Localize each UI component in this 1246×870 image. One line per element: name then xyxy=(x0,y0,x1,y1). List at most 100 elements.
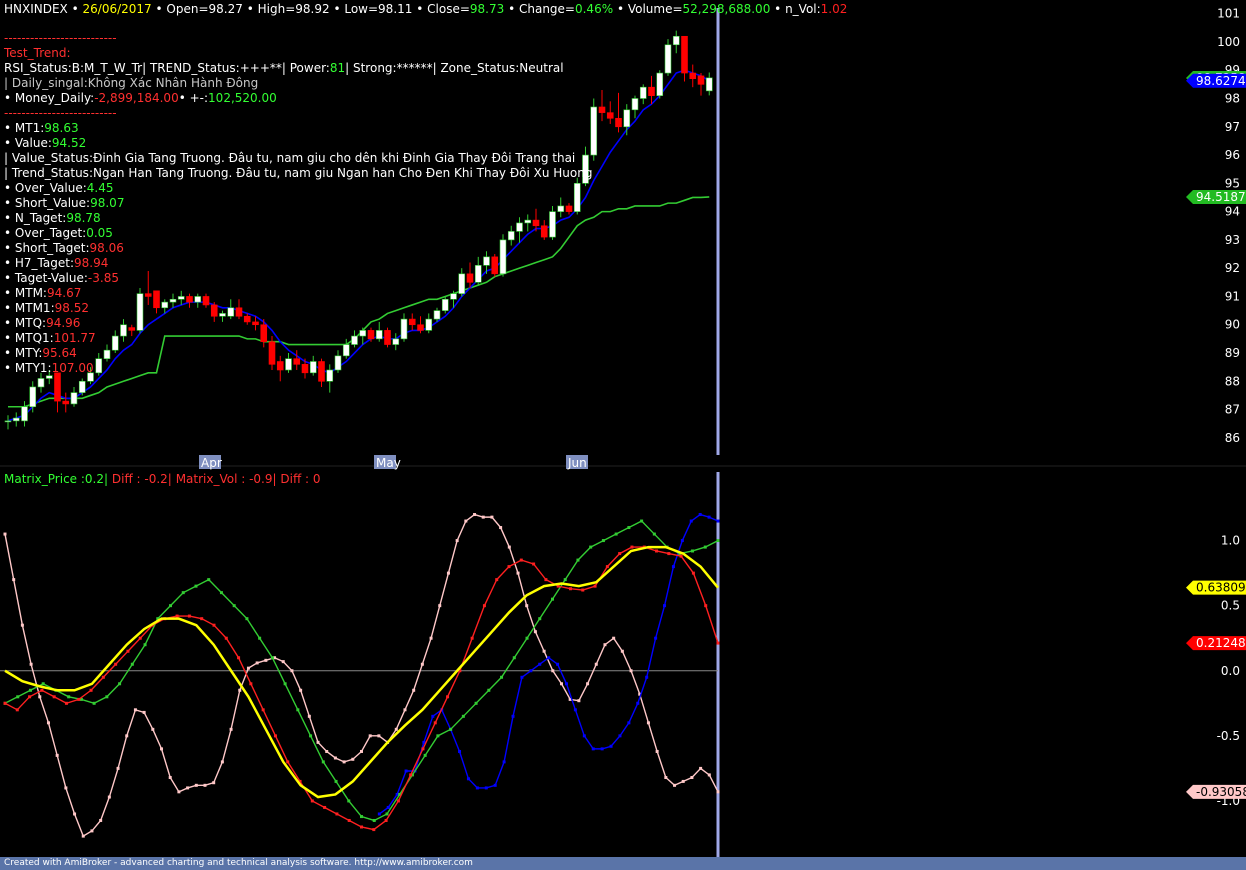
series-point xyxy=(556,662,560,666)
series-point xyxy=(219,591,223,595)
series-point xyxy=(3,532,7,536)
series-point xyxy=(126,649,130,653)
close-value: 98.73 xyxy=(469,2,505,16)
mtq-line: • MTQ:94.96 xyxy=(4,316,592,331)
series-point xyxy=(466,777,470,781)
candle-body xyxy=(689,72,697,80)
series-point xyxy=(577,699,581,703)
series-point xyxy=(516,571,520,575)
series-point xyxy=(246,666,250,670)
price-axis-tick: 92 xyxy=(1225,261,1240,275)
h7-taget-line: • H7_Taget:98.94 xyxy=(4,256,592,271)
series-point xyxy=(281,660,285,664)
indicator-axis-tick: 0.0 xyxy=(1221,664,1240,678)
series-point xyxy=(654,636,658,640)
series-point xyxy=(212,623,216,627)
indicator-tag: -0.930582 xyxy=(1196,785,1246,799)
h7-taget-value: 98.94 xyxy=(74,256,109,270)
series-point xyxy=(20,623,24,627)
short-value-label: • Short_Value: xyxy=(4,196,91,210)
series-point xyxy=(40,688,44,692)
candle-body xyxy=(681,35,688,74)
price-axis-tick: 95 xyxy=(1225,176,1240,190)
series-point xyxy=(716,641,720,645)
power-value: 81 xyxy=(329,61,346,75)
mt1-value: 98.63 xyxy=(44,121,79,135)
series-point xyxy=(600,747,604,751)
mtm1-value: 98.52 xyxy=(54,301,89,315)
series-point xyxy=(538,662,542,666)
blue-series-line xyxy=(378,513,719,815)
series-point xyxy=(593,584,597,588)
series-point xyxy=(474,701,478,705)
series-point xyxy=(333,756,337,760)
header-bullet: • xyxy=(616,2,625,16)
series-point xyxy=(403,708,407,712)
series-point xyxy=(52,695,56,699)
header-bullet: • xyxy=(333,2,341,16)
series-point xyxy=(573,708,577,712)
series-point xyxy=(133,708,137,712)
candle-body xyxy=(21,406,28,422)
candle-body xyxy=(631,98,639,111)
series-point xyxy=(458,749,462,753)
series-point xyxy=(286,760,290,764)
price-axis-tick: 100 xyxy=(1217,35,1240,49)
series-point xyxy=(38,695,42,699)
series-point xyxy=(542,649,546,653)
series-point xyxy=(160,747,164,751)
series-point xyxy=(438,604,442,608)
series-point xyxy=(368,734,372,738)
indicator-axis-tick: -0.5 xyxy=(1217,729,1240,743)
series-point xyxy=(589,545,593,549)
series-point xyxy=(360,815,363,819)
candle-body xyxy=(70,392,78,405)
symbol-name: HNXINDEX xyxy=(4,2,68,16)
series-point xyxy=(645,675,649,679)
series-point xyxy=(238,688,242,692)
series-point xyxy=(299,688,303,692)
candle-body xyxy=(623,109,631,128)
series-point xyxy=(290,669,294,673)
series-point xyxy=(699,766,703,770)
series-point xyxy=(529,669,533,673)
series-point xyxy=(500,675,504,679)
series-point xyxy=(307,714,311,718)
price-axis-tick: 88 xyxy=(1225,374,1240,388)
series-point xyxy=(716,790,720,794)
series-point xyxy=(237,656,241,660)
series-point xyxy=(421,747,425,751)
series-point xyxy=(502,760,506,764)
series-point xyxy=(420,662,424,666)
series-point xyxy=(90,829,94,833)
series-point xyxy=(618,734,622,738)
candle-body xyxy=(45,375,53,379)
series-point xyxy=(475,786,479,790)
series-point xyxy=(258,636,262,640)
candle-body xyxy=(705,77,713,92)
header-bullet: • xyxy=(246,2,254,16)
header-bullet: • xyxy=(155,2,163,16)
series-point xyxy=(636,701,640,705)
price-axis-tick: 86 xyxy=(1225,431,1240,445)
mtm1-label: • MTM1: xyxy=(4,301,55,315)
price-tag: 98.6274 xyxy=(1196,74,1246,88)
series-point xyxy=(449,727,453,731)
quote-date: 26/06/2017 xyxy=(82,2,152,16)
series-point xyxy=(347,799,351,803)
series-point xyxy=(551,669,555,673)
value-value: 94.52 xyxy=(51,136,87,150)
series-point xyxy=(118,682,122,686)
series-point xyxy=(586,682,590,686)
matrix-vol-label: Matrix_Vol : -0.9| xyxy=(175,472,277,486)
nvol-label: n_Vol: xyxy=(785,2,821,16)
candle-body xyxy=(37,378,45,388)
series-point xyxy=(116,766,120,770)
series-point xyxy=(493,783,497,787)
h7-taget-label: • H7_Taget: xyxy=(4,256,74,270)
candle-body xyxy=(12,417,20,422)
series-point xyxy=(691,549,695,553)
candle-body xyxy=(648,86,655,96)
series-point xyxy=(142,710,146,714)
series-point xyxy=(385,812,389,816)
